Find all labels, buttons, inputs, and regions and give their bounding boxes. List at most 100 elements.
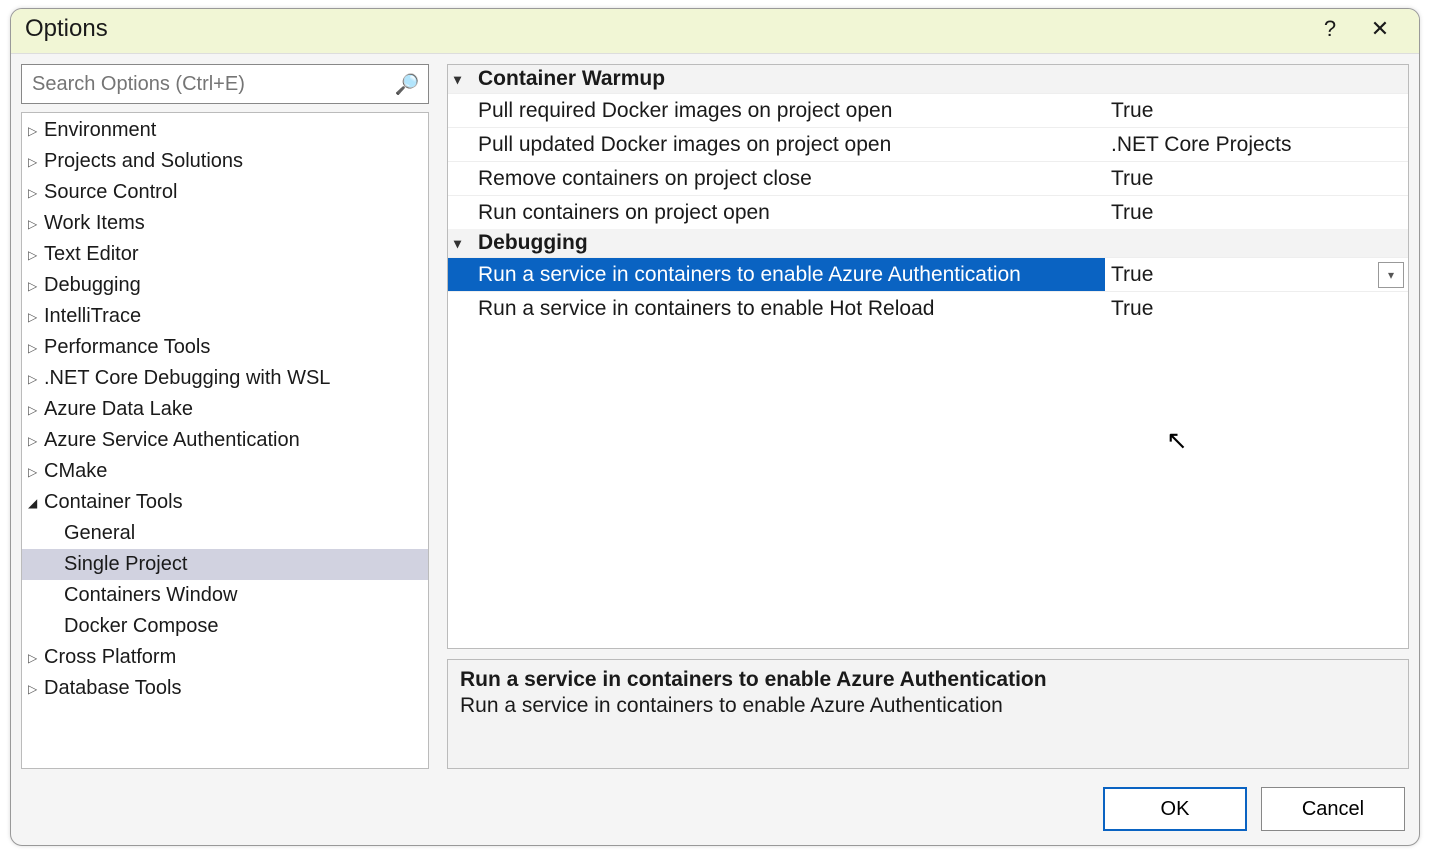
chevron-right-icon[interactable]: ▷ xyxy=(28,404,42,416)
tree-item-label: Docker Compose xyxy=(64,615,219,638)
property-value[interactable]: True xyxy=(1105,94,1408,127)
property-category-header[interactable]: ▾Container Warmup xyxy=(448,65,1408,93)
property-value[interactable]: .NET Core Projects xyxy=(1105,128,1408,161)
property-row[interactable]: Run a service in containers to enable Ho… xyxy=(448,291,1408,325)
left-pane: 🔍 ▷Environment▷Projects and Solutions▷So… xyxy=(21,64,429,769)
property-value[interactable]: True xyxy=(1105,162,1408,195)
property-label: Run containers on project open xyxy=(448,196,1105,229)
property-row[interactable]: Remove containers on project closeTrue xyxy=(448,161,1408,195)
property-value-text: True xyxy=(1111,167,1153,191)
tree-item-label: Projects and Solutions xyxy=(44,150,243,173)
tree-item[interactable]: Containers Window xyxy=(22,580,428,611)
tree-item[interactable]: ▷Source Control xyxy=(22,177,428,208)
cancel-button[interactable]: Cancel xyxy=(1261,787,1405,831)
chevron-right-icon[interactable]: ▷ xyxy=(28,187,42,199)
dropdown-icon[interactable]: ▾ xyxy=(1378,262,1404,288)
tree-item[interactable]: ▷IntelliTrace xyxy=(22,301,428,332)
property-label: Pull required Docker images on project o… xyxy=(448,94,1105,127)
right-pane: ▾Container WarmupPull required Docker im… xyxy=(447,64,1409,769)
tree-item-label: Debugging xyxy=(44,274,141,297)
description-title: Run a service in containers to enable Az… xyxy=(460,668,1396,692)
description-body: Run a service in containers to enable Az… xyxy=(460,694,1396,718)
tree-item-label: Azure Data Lake xyxy=(44,398,193,421)
chevron-right-icon[interactable]: ▷ xyxy=(28,311,42,323)
tree-item-label: Azure Service Authentication xyxy=(44,429,300,452)
property-value-text: True xyxy=(1111,263,1153,287)
tree-item-label: Cross Platform xyxy=(44,646,176,669)
tree-item[interactable]: ▷Projects and Solutions xyxy=(22,146,428,177)
tree-item[interactable]: General xyxy=(22,518,428,549)
dialog-title: Options xyxy=(25,15,1305,43)
property-row[interactable]: Run a service in containers to enable Az… xyxy=(448,257,1408,291)
property-row[interactable]: Pull updated Docker images on project op… xyxy=(448,127,1408,161)
tree-item-label: Source Control xyxy=(44,181,177,204)
tree-item-label: Database Tools xyxy=(44,677,182,700)
tree-item[interactable]: ▷Environment xyxy=(22,115,428,146)
category-name: Container Warmup xyxy=(478,67,665,91)
property-value-text: True xyxy=(1111,297,1153,321)
tree-item[interactable]: ▷Cross Platform xyxy=(22,642,428,673)
search-options[interactable]: 🔍 xyxy=(21,64,429,104)
chevron-right-icon[interactable]: ▷ xyxy=(28,342,42,354)
ok-button[interactable]: OK xyxy=(1103,787,1247,831)
property-label: Run a service in containers to enable Az… xyxy=(448,258,1105,291)
titlebar: Options ? ✕ xyxy=(11,9,1419,54)
property-value-text: True xyxy=(1111,99,1153,123)
tree-item-label: IntelliTrace xyxy=(44,305,141,328)
chevron-right-icon[interactable]: ▷ xyxy=(28,683,42,695)
tree-item[interactable]: ▷Text Editor xyxy=(22,239,428,270)
tree-item[interactable]: ▷Database Tools xyxy=(22,673,428,704)
property-category-header[interactable]: ▾Debugging xyxy=(448,229,1408,257)
search-input[interactable] xyxy=(30,72,395,97)
options-dialog: Options ? ✕ 🔍 ▷Environment▷Projects and … xyxy=(10,8,1420,846)
tree-item-label: Work Items xyxy=(44,212,145,235)
property-value-text: .NET Core Projects xyxy=(1111,133,1292,157)
chevron-right-icon[interactable]: ▷ xyxy=(28,125,42,137)
chevron-right-icon[interactable]: ▷ xyxy=(28,435,42,447)
property-label: Run a service in containers to enable Ho… xyxy=(448,292,1105,325)
tree-item-label: Containers Window xyxy=(64,584,237,607)
chevron-down-icon[interactable]: ◢ xyxy=(28,497,42,509)
property-value-text: True xyxy=(1111,201,1153,225)
tree-item[interactable]: ▷CMake xyxy=(22,456,428,487)
tree-item-label: Environment xyxy=(44,119,156,142)
tree-item[interactable]: ▷Azure Service Authentication xyxy=(22,425,428,456)
chevron-right-icon[interactable]: ▷ xyxy=(28,373,42,385)
chevron-right-icon[interactable]: ▷ xyxy=(28,652,42,664)
dialog-footer: OK Cancel xyxy=(11,779,1419,845)
tree-item[interactable]: ▷Azure Data Lake xyxy=(22,394,428,425)
property-value[interactable]: True ▾ xyxy=(1105,258,1408,291)
chevron-right-icon[interactable]: ▷ xyxy=(28,218,42,230)
dialog-body: 🔍 ▷Environment▷Projects and Solutions▷So… xyxy=(11,54,1419,779)
tree-item[interactable]: Docker Compose xyxy=(22,611,428,642)
chevron-right-icon[interactable]: ▷ xyxy=(28,156,42,168)
chevron-down-icon: ▾ xyxy=(454,235,478,252)
tree-item-label: .NET Core Debugging with WSL xyxy=(44,367,330,390)
tree-item-label: General xyxy=(64,522,135,545)
tree-item[interactable]: ▷.NET Core Debugging with WSL xyxy=(22,363,428,394)
property-row[interactable]: Pull required Docker images on project o… xyxy=(448,93,1408,127)
property-value[interactable]: True xyxy=(1105,292,1408,325)
tree-item[interactable]: ▷Performance Tools xyxy=(22,332,428,363)
tree-item[interactable]: ◢Container Tools xyxy=(22,487,428,518)
property-row[interactable]: Run containers on project openTrue xyxy=(448,195,1408,229)
tree-item-label: Single Project xyxy=(64,553,187,576)
tree-item-label: Performance Tools xyxy=(44,336,210,359)
chevron-right-icon[interactable]: ▷ xyxy=(28,249,42,261)
chevron-down-icon: ▾ xyxy=(454,71,478,88)
help-button[interactable]: ? xyxy=(1305,16,1355,42)
chevron-right-icon[interactable]: ▷ xyxy=(28,466,42,478)
property-label: Pull updated Docker images on project op… xyxy=(448,128,1105,161)
tree-item[interactable]: Single Project xyxy=(22,549,428,580)
tree-item-label: Container Tools xyxy=(44,491,183,514)
tree-item-label: Text Editor xyxy=(44,243,138,266)
search-icon: 🔍 xyxy=(395,72,420,97)
property-value[interactable]: True xyxy=(1105,196,1408,229)
tree-item-label: CMake xyxy=(44,460,107,483)
tree-item[interactable]: ▷Work Items xyxy=(22,208,428,239)
chevron-right-icon[interactable]: ▷ xyxy=(28,280,42,292)
category-tree[interactable]: ▷Environment▷Projects and Solutions▷Sour… xyxy=(21,112,429,769)
property-grid[interactable]: ▾Container WarmupPull required Docker im… xyxy=(447,64,1409,649)
close-button[interactable]: ✕ xyxy=(1355,16,1405,42)
tree-item[interactable]: ▷Debugging xyxy=(22,270,428,301)
